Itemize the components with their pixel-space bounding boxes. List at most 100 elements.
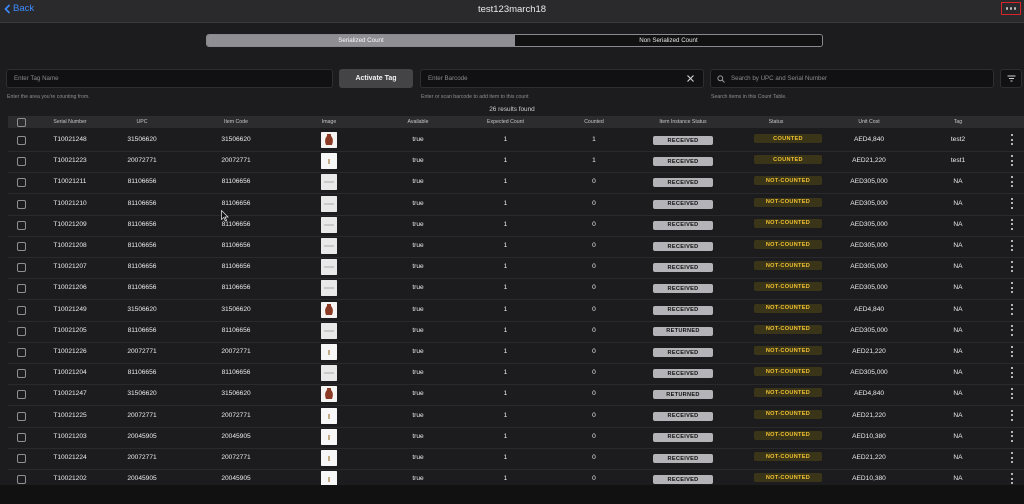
table-row[interactable]: T10021223 20072771 20072771 true 1 1 AED21,220… <box>8 151 1024 174</box>
instance-status-badge: RECEIVED <box>653 178 713 188</box>
cell-counted: 1 <box>592 157 596 165</box>
col-unit-cost: Unit Cost <box>858 119 880 125</box>
cell-tag: NA <box>953 284 963 292</box>
cell-upc: 20045905 <box>127 475 157 483</box>
cell-serial-number: T10021208 <box>53 242 87 249</box>
table-row[interactable]: T10021224 20072771 20072771 true 1 0 AED21,220… <box>8 448 1024 470</box>
table-row[interactable]: T10021207 81106656 81106656 true 1 0 AED305,00… <box>8 257 1024 280</box>
table-row[interactable]: T10021249 31506620 31506620 true 1 0 AED4,840 N… <box>8 300 1024 322</box>
cell-upc: 81106656 <box>127 220 157 228</box>
table-row[interactable]: T10021225 20072771 20072771 true 1 0 AED21,220… <box>8 406 1024 428</box>
row-more-icon[interactable] <box>1009 176 1015 188</box>
row-more-icon[interactable] <box>1009 409 1015 421</box>
row-checkbox[interactable] <box>17 475 26 485</box>
row-checkbox[interactable] <box>17 263 26 273</box>
table-row[interactable]: T10021210 81106656 81106656 true 1 0 AED305,00… <box>8 194 1024 216</box>
more-options-button[interactable] <box>1001 2 1021 15</box>
cell-available: true <box>412 284 424 292</box>
barcode-clear-icon[interactable] <box>686 74 695 83</box>
row-checkbox[interactable] <box>17 390 26 400</box>
table-row[interactable]: T10021204 81106656 81106656 true 1 0 AED305,00… <box>8 363 1024 386</box>
cell-available: true <box>412 348 424 355</box>
barcode-placeholder: Enter Barcode <box>428 75 468 82</box>
tab-non-serialized-count[interactable]: Non Serialized Count <box>515 35 822 46</box>
cell-counted: 0 <box>592 369 596 377</box>
tab-serialized-count[interactable]: Serialized Count <box>207 35 515 46</box>
cell-unit-cost: AED305,000 <box>850 199 888 207</box>
cell-expected-count: 1 <box>503 220 508 228</box>
row-more-icon[interactable] <box>1009 346 1015 357</box>
row-more-icon[interactable] <box>1009 134 1015 145</box>
item-image-thumbnail <box>321 322 337 339</box>
tag-name-input[interactable]: Enter Tag Name <box>6 69 333 88</box>
status-badge: NOT-COUNTED <box>754 346 822 355</box>
cell-upc: 81106656 <box>127 199 157 207</box>
item-image-thumbnail <box>321 132 337 148</box>
row-checkbox[interactable] <box>17 157 26 167</box>
row-checkbox[interactable] <box>17 411 26 421</box>
more-dot-icon <box>1013 7 1017 10</box>
cell-unit-cost: AED305,000 <box>850 369 888 377</box>
table-row[interactable]: T10021211 81106656 81106656 true 1 0 AED305,00… <box>8 172 1024 195</box>
filter-button[interactable] <box>1000 69 1022 88</box>
cell-upc: 20072771 <box>127 454 157 461</box>
table-row[interactable]: T10021206 81106656 81106656 true 1 0 AED305,00… <box>8 278 1024 301</box>
table-row[interactable]: T10021209 81106656 81106656 true 1 0 AED305,00… <box>8 215 1024 237</box>
row-more-icon[interactable] <box>1009 388 1015 400</box>
row-more-icon[interactable] <box>1009 473 1015 485</box>
row-checkbox[interactable] <box>17 454 26 463</box>
table-row[interactable]: T10021226 20072771 20072771 true 1 0 AED21,220… <box>8 342 1024 364</box>
cell-item-code: 81106656 <box>221 326 251 334</box>
table-header: Serial Number UPC Item Code Image Availa… <box>8 116 1024 128</box>
cell-upc: 20072771 <box>127 411 157 419</box>
row-checkbox[interactable] <box>17 178 26 188</box>
cell-unit-cost: AED305,000 <box>850 284 888 292</box>
table-row[interactable]: T10021248 31506620 31506620 true 1 1 AED4,840 t… <box>8 130 1024 152</box>
cell-tag: NA <box>953 348 963 355</box>
row-more-icon[interactable] <box>1009 261 1015 273</box>
search-input[interactable]: Search by UPC and Serial Number <box>710 69 994 88</box>
cell-serial-number: T10021248 <box>53 136 87 143</box>
cell-available: true <box>412 305 424 313</box>
row-more-icon[interactable] <box>1009 282 1015 294</box>
row-more-icon[interactable] <box>1009 197 1015 209</box>
row-checkbox[interactable] <box>17 432 26 442</box>
row-more-icon[interactable] <box>1009 155 1015 167</box>
row-checkbox[interactable] <box>17 220 26 230</box>
row-more-icon[interactable] <box>1009 367 1015 379</box>
cell-counted: 0 <box>592 220 596 228</box>
cell-tag: test1 <box>950 157 966 165</box>
table-row[interactable]: T10021205 81106656 81106656 true 1 0 AED305,00… <box>8 321 1024 343</box>
cell-item-code: 20045905 <box>221 432 251 440</box>
activate-tag-button[interactable]: Activate Tag <box>339 69 413 88</box>
row-checkbox[interactable] <box>17 348 26 357</box>
table-row[interactable]: T10021202 20045905 20045905 true 1 0 AED10,380… <box>8 469 1024 485</box>
row-more-icon[interactable] <box>1009 430 1015 442</box>
cell-item-code: 81106656 <box>221 220 251 228</box>
row-more-icon[interactable] <box>1009 218 1015 230</box>
row-checkbox[interactable] <box>17 305 26 315</box>
instance-status-badge: RECEIVED <box>653 432 713 442</box>
row-checkbox[interactable] <box>17 242 26 251</box>
row-checkbox[interactable] <box>17 136 26 145</box>
table-row[interactable]: T10021203 20045905 20045905 true 1 0 AED10,380… <box>8 427 1024 449</box>
table-row[interactable]: T10021208 81106656 81106656 true 1 0 AED305,00… <box>8 236 1024 258</box>
barcode-input[interactable]: Enter Barcode <box>420 69 704 88</box>
row-more-icon[interactable] <box>1009 240 1015 251</box>
row-checkbox[interactable] <box>17 326 26 336</box>
cell-counted: 0 <box>592 326 596 334</box>
select-all-checkbox[interactable] <box>17 117 26 127</box>
row-checkbox[interactable] <box>17 369 26 379</box>
row-checkbox[interactable] <box>17 199 26 209</box>
item-image-thumbnail <box>321 195 337 212</box>
row-more-icon[interactable] <box>1009 303 1015 315</box>
cell-unit-cost: AED4,840 <box>853 305 885 313</box>
instance-status-badge: RECEIVED <box>653 242 713 251</box>
filter-icon <box>1007 75 1015 82</box>
cell-unit-cost: AED10,380 <box>852 475 886 483</box>
cell-serial-number: T10021209 <box>53 220 87 228</box>
table-row[interactable]: T10021247 31506620 31506620 true 1 0 AED4,840 N… <box>8 384 1024 407</box>
row-more-icon[interactable] <box>1009 324 1015 336</box>
row-checkbox[interactable] <box>17 284 26 294</box>
row-more-icon[interactable] <box>1009 452 1015 463</box>
